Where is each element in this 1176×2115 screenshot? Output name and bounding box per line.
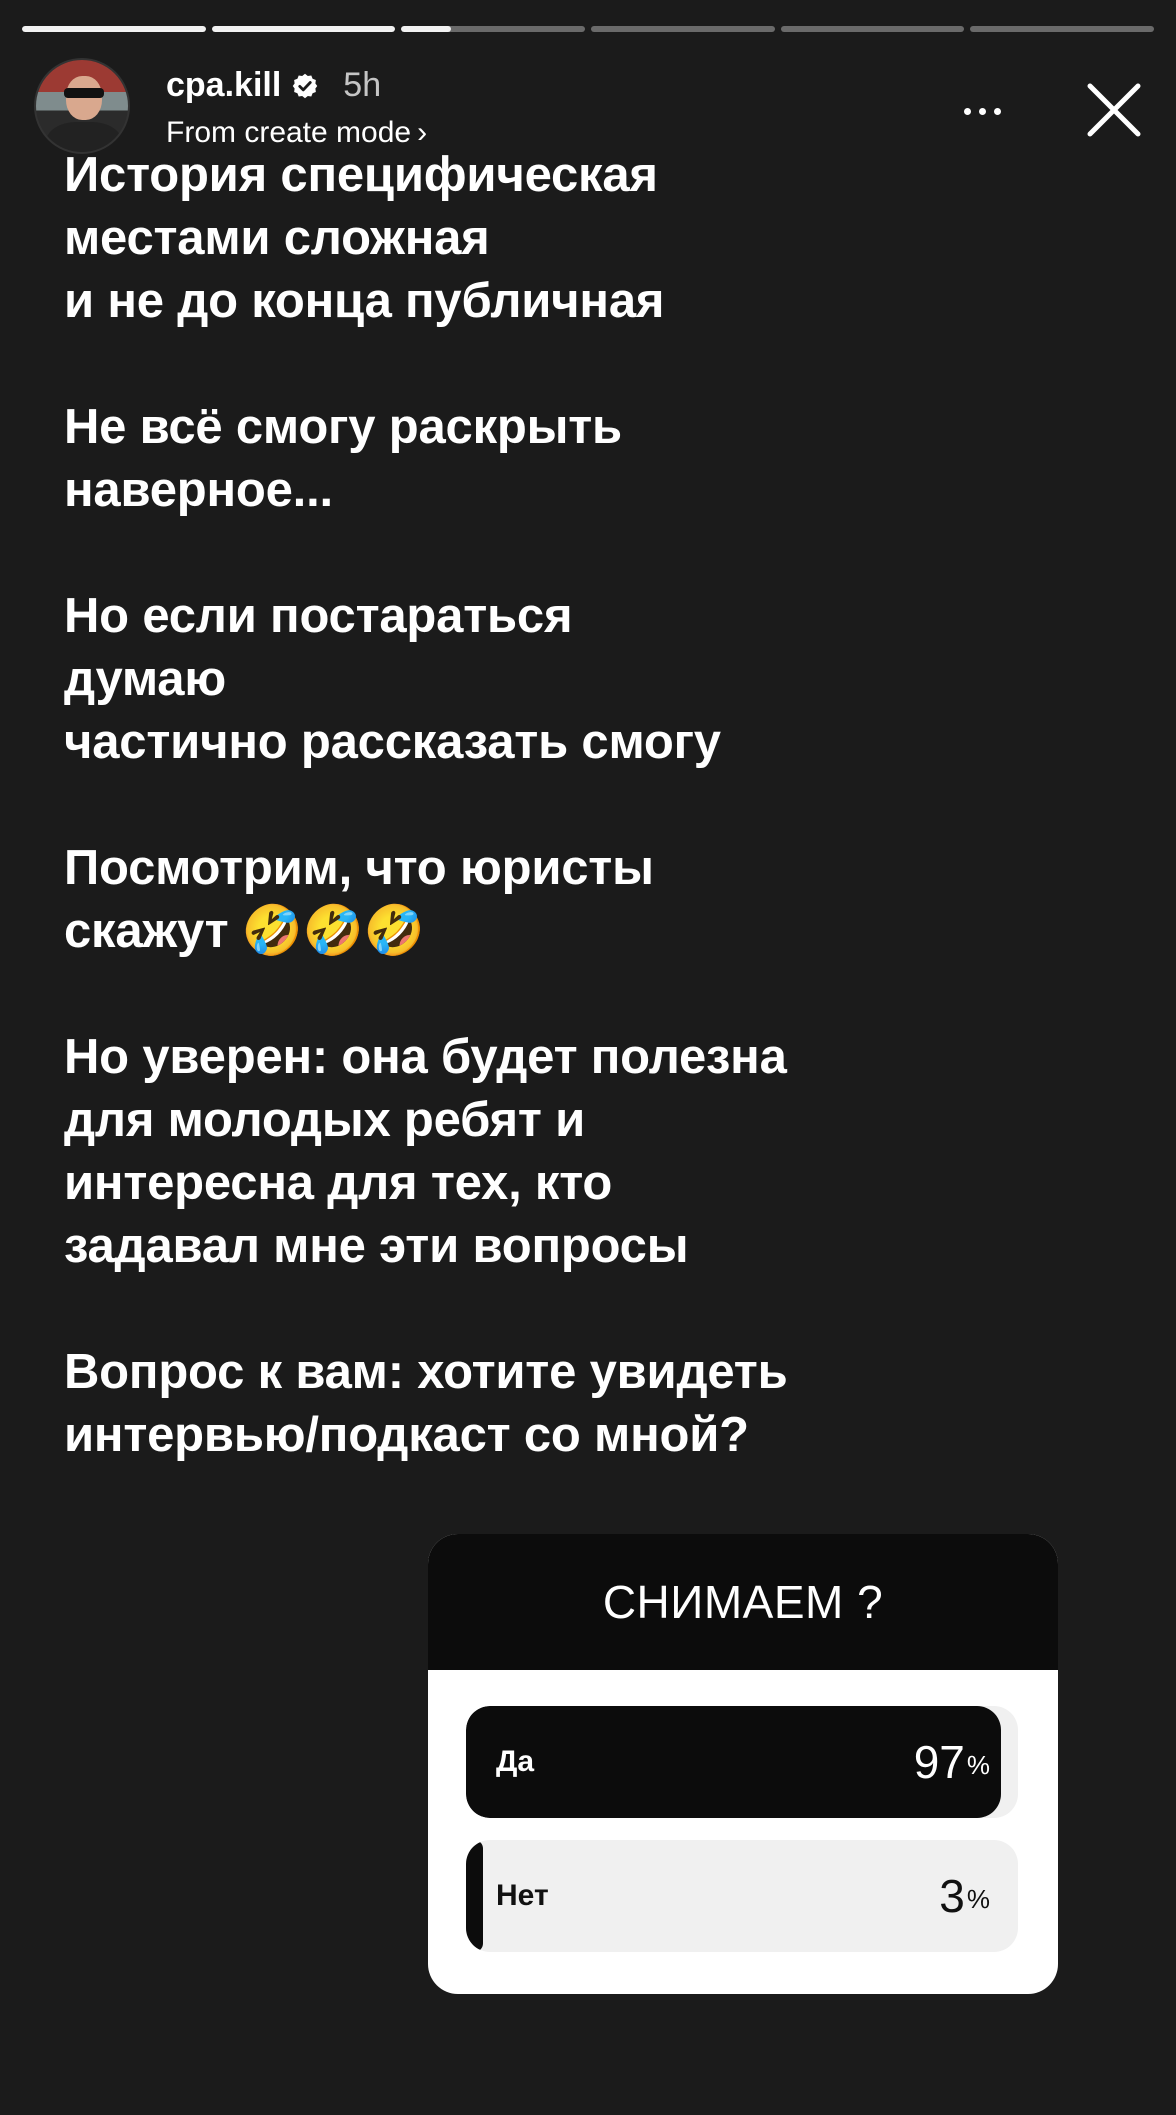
poll-question: СНИМАЕМ ? [602, 1576, 884, 1628]
avatar[interactable] [34, 58, 130, 154]
story-text-line: История специфическая [64, 148, 658, 202]
progress-segment [211, 26, 396, 32]
story-text-line: и не до конца публичная [64, 274, 665, 328]
progress-segment [780, 26, 965, 32]
story-header: cpa.kill 5h From create mode › [34, 58, 1156, 158]
story-text: История специфическая местами сложная и не… [64, 144, 1064, 1467]
close-icon[interactable] [1078, 74, 1150, 146]
poll-sticker: СНИМАЕМ ? Да 97% Нет 3% [428, 1534, 1058, 1994]
story-text-line: интересна для тех, кто [64, 1156, 613, 1210]
story-text-line: местами сложная [64, 211, 490, 265]
username[interactable]: cpa.kill [166, 66, 281, 105]
progress-segment [970, 26, 1155, 32]
story-progress-bar [22, 26, 1155, 33]
more-options-icon[interactable] [952, 96, 1012, 126]
poll-option-label: Нет [496, 1879, 549, 1912]
story-text-line: Вопрос к вам: хотите увидеть [64, 1345, 788, 1399]
story-viewer: cpa.kill 5h From create mode › История с… [0, 0, 1176, 2115]
story-text-line: наверное... [64, 463, 333, 517]
story-text-line: интервью/подкаст со мной? [64, 1408, 749, 1462]
story-text-line: для молодых ребят и [64, 1093, 586, 1147]
story-text-line: Посмотрим, что юристы [64, 841, 654, 895]
progress-segment [22, 26, 206, 32]
verified-badge-icon [293, 73, 318, 98]
poll-result-bar [466, 1840, 483, 1952]
story-text-line: Но если постараться [64, 589, 573, 643]
story-text-line: Но уверен: она будет полезна [64, 1030, 787, 1084]
poll-option-percent: 3% [939, 1870, 990, 1922]
story-text-line: думаю [64, 652, 227, 706]
user-row: cpa.kill 5h [166, 66, 381, 105]
progress-segment [401, 26, 586, 32]
poll-header: СНИМАЕМ ? [428, 1534, 1058, 1670]
story-paragraph: История специфическая местами сложная и не… [64, 144, 1064, 333]
story-paragraph: Посмотрим, что юристы скажут 🤣🤣🤣 [64, 837, 1064, 963]
poll-option-yes[interactable]: Да 97% [466, 1706, 1018, 1818]
story-text-line: скажут 🤣🤣🤣 [64, 904, 425, 958]
story-paragraph: Но уверен: она будет полезна для молодых … [64, 1026, 1064, 1278]
story-paragraph: Вопрос к вам: хотите увидеть интервью/под… [64, 1341, 1064, 1467]
poll-option-label: Да [496, 1745, 535, 1778]
story-text-line: частично рассказать смогу [64, 715, 721, 769]
post-time: 5h [343, 66, 382, 104]
poll-option-no[interactable]: Нет 3% [466, 1840, 1018, 1952]
progress-segment [591, 26, 775, 32]
poll-option-percent: 97% [913, 1736, 990, 1788]
story-text-line: задавал мне эти вопросы [64, 1219, 689, 1273]
story-text-line: Не всё смогу раскрыть [64, 400, 622, 454]
story-paragraph: Не всё смогу раскрыть наверное... [64, 396, 1064, 522]
story-paragraph: Но если постараться думаю частично рассказ… [64, 585, 1064, 774]
